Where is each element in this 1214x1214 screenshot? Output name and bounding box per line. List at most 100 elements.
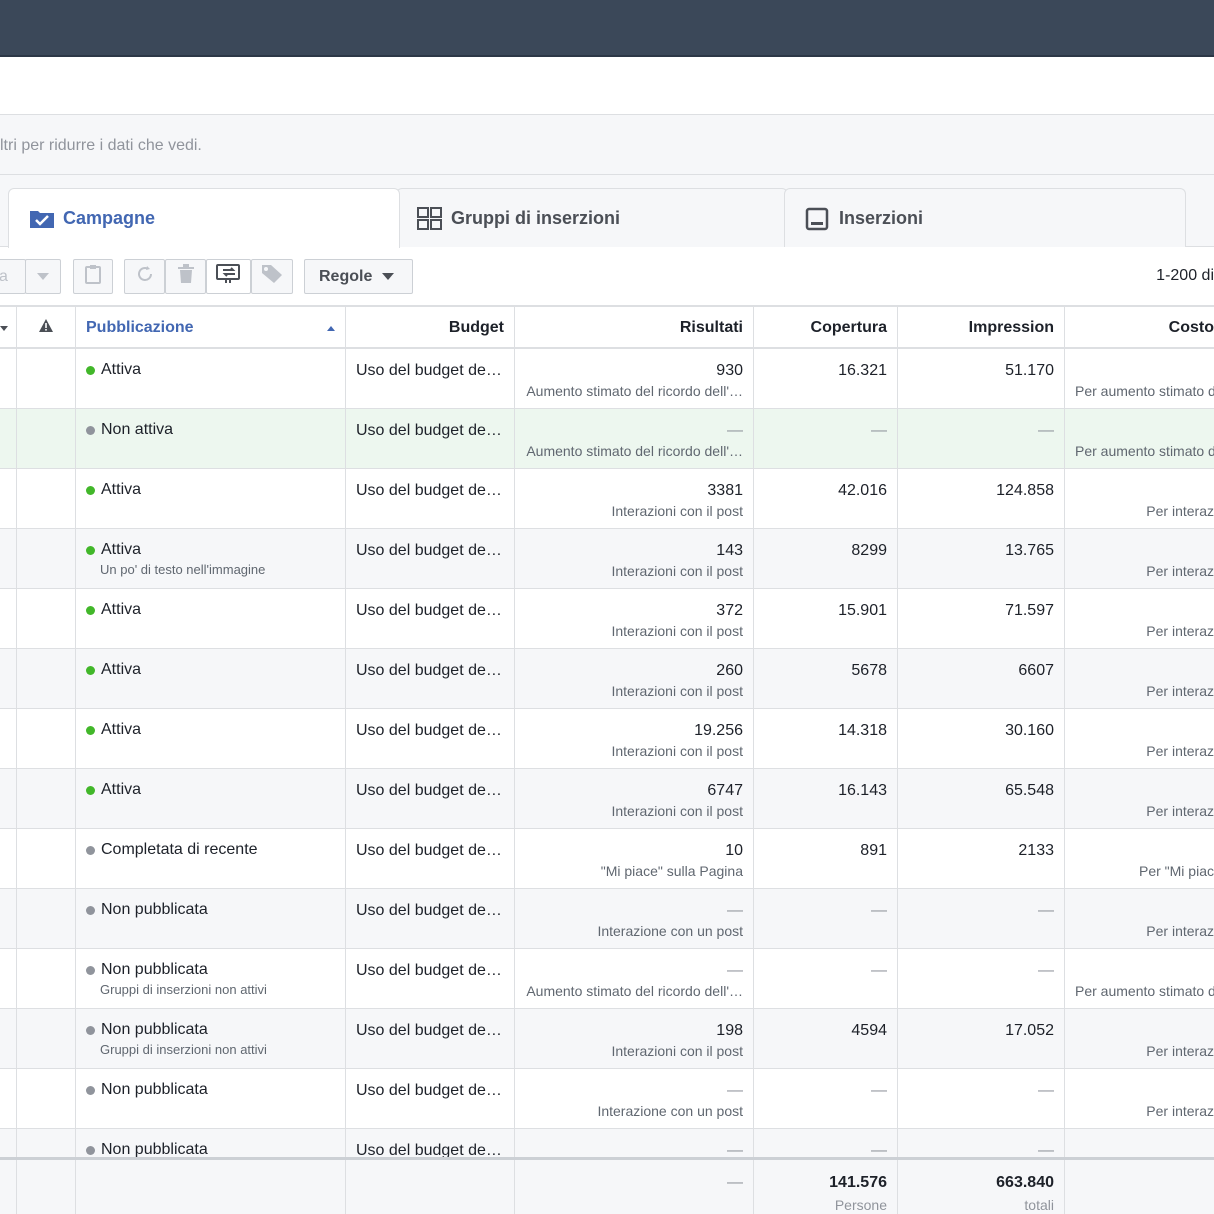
row-select-cell[interactable] <box>0 529 17 589</box>
table-row[interactable]: Non pubblicata Uso del budget de… — Interaz… <box>0 1069 1214 1129</box>
refresh-icon <box>135 264 155 289</box>
tab-inserzioni[interactable]: Inserzioni <box>784 188 1186 248</box>
table-row[interactable]: Non attiva Uso del budget de… — Aumento sti… <box>0 409 1214 469</box>
create-button-partial[interactable]: a <box>0 259 26 294</box>
results-cell: — <box>515 1129 754 1157</box>
column-header-costo[interactable]: Costo <box>1065 307 1214 349</box>
status-dot-icon <box>86 965 95 975</box>
table-row[interactable]: Attiva Uso del budget de… 19.256 Interazion… <box>0 709 1214 769</box>
tab-gruppi-label: Gruppi di inserzioni <box>451 208 621 228</box>
tab-campagne[interactable]: Campagne <box>8 188 400 248</box>
delivery-status: Non pubblicata <box>86 1141 208 1157</box>
column-label-costo: Costo <box>1168 319 1214 336</box>
column-header-pubblicazione[interactable]: Pubblicazione <box>76 307 346 349</box>
row-select-cell[interactable] <box>0 829 17 889</box>
table-row[interactable]: Completata di recente Uso del budget de… 1… <box>0 829 1214 889</box>
impressions-value: — <box>1038 962 1054 979</box>
delivery-status-cell: Attiva <box>76 349 346 409</box>
row-select-cell[interactable] <box>0 649 17 709</box>
results-value: 260 <box>716 662 743 679</box>
cost-type: Per aumento stimato d <box>1075 443 1214 459</box>
refresh-button[interactable] <box>124 259 165 294</box>
reach-cell: 42.016 <box>754 469 898 529</box>
column-header-copertura[interactable]: Copertura <box>754 307 898 349</box>
reach-value: 16.143 <box>838 782 887 799</box>
reach-cell: — <box>754 1069 898 1129</box>
row-select-cell[interactable] <box>0 1129 17 1157</box>
row-select-cell[interactable] <box>0 1069 17 1129</box>
table-row[interactable]: Attiva Uso del budget de… 930 Aumento stima… <box>0 349 1214 409</box>
reach-cell: 891 <box>754 829 898 889</box>
tag-button[interactable] <box>251 259 293 294</box>
table-row[interactable]: Attiva Un po' di testo nell'immagine Uso d… <box>0 529 1214 589</box>
column-label-copertura: Copertura <box>810 319 887 336</box>
clipboard-icon <box>85 264 101 289</box>
total-impressions-cell: 663.840 totali <box>898 1160 1065 1214</box>
impressions-cell: — <box>898 409 1065 469</box>
row-select-cell[interactable] <box>0 949 17 1009</box>
column-header-select[interactable] <box>0 307 17 349</box>
delivery-status: Attiva <box>86 601 141 619</box>
total-impressions: 663.840 <box>996 1174 1054 1191</box>
duplicate-button[interactable] <box>73 259 113 294</box>
row-warning-cell <box>17 1069 76 1129</box>
impressions-cell: 124.858 <box>898 469 1065 529</box>
impressions-cell: 30.160 <box>898 709 1065 769</box>
delivery-status-cell: Non attiva <box>76 409 346 469</box>
row-select-cell[interactable] <box>0 409 17 469</box>
cost-type: Per aumento stimato d <box>1075 383 1214 399</box>
table-row[interactable]: Non pubblicata Gruppi di inserzioni non a… <box>0 1009 1214 1069</box>
budget-cell: Uso del budget de… <box>346 709 515 769</box>
column-header-delivery-warning[interactable] <box>17 307 76 349</box>
reach-cell: 8299 <box>754 529 898 589</box>
impressions-value: 17.052 <box>1005 1022 1054 1039</box>
table-row[interactable]: Non pubblicata Uso del budget de… — — — <box>0 1129 1214 1157</box>
filter-placeholder[interactable]: ltri per ridurre i dati che vedi. <box>0 137 202 155</box>
row-select-cell[interactable] <box>0 349 17 409</box>
results-type: Interazioni con il post <box>611 503 743 519</box>
table-row[interactable]: Attiva Uso del budget de… 372 Interazioni c… <box>0 589 1214 649</box>
results-cell: 930 Aumento stimato del ricordo dell'… <box>515 349 754 409</box>
column-header-budget[interactable]: Budget <box>346 307 515 349</box>
budget-value: Uso del budget de… <box>356 482 502 499</box>
tag-icon <box>261 264 283 289</box>
rules-button[interactable]: Regole <box>304 259 413 294</box>
create-dropdown-button[interactable] <box>25 259 61 294</box>
reach-value: 16.321 <box>838 362 887 379</box>
row-select-cell[interactable] <box>0 1009 17 1069</box>
column-header-risultati[interactable]: Risultati <box>515 307 754 349</box>
column-header-impression[interactable]: Impression <box>898 307 1065 349</box>
delivery-status-label: Attiva <box>101 601 142 618</box>
tab-gruppi-di-inserzioni[interactable]: Gruppi di inserzioni <box>396 188 788 248</box>
table-row[interactable]: Non pubblicata Gruppi di inserzioni non a… <box>0 949 1214 1009</box>
results-cell: 260 Interazioni con il post <box>515 649 754 709</box>
delivery-status-cell: Non pubblicata <box>76 889 346 949</box>
row-select-cell[interactable] <box>0 769 17 829</box>
top-navigation-bar <box>0 0 1214 57</box>
reach-value: 42.016 <box>838 482 887 499</box>
reach-value: 5678 <box>851 662 887 679</box>
table-row[interactable]: Attiva Uso del budget de… 3381 Interazioni … <box>0 469 1214 529</box>
results-cell: — Aumento stimato del ricordo dell'… <box>515 409 754 469</box>
results-type: Interazioni con il post <box>611 623 743 639</box>
status-dot-icon <box>86 485 95 495</box>
results-value: — <box>727 422 743 439</box>
ab-test-button[interactable] <box>206 259 251 294</box>
table-row[interactable]: Non pubblicata Uso del budget de… — Interaz… <box>0 889 1214 949</box>
filter-bar[interactable]: ltri per ridurre i dati che vedi. <box>0 115 1214 175</box>
delivery-status: Non pubblicata <box>86 901 208 919</box>
reach-cell: — <box>754 1129 898 1157</box>
row-select-cell[interactable] <box>0 889 17 949</box>
results-cell: — Aumento stimato del ricordo dell'… <box>515 949 754 1009</box>
table-row[interactable]: Attiva Uso del budget de… 6747 Interazioni … <box>0 769 1214 829</box>
row-select-cell[interactable] <box>0 589 17 649</box>
impressions-cell: 13.765 <box>898 529 1065 589</box>
results-cell: 198 Interazioni con il post <box>515 1009 754 1069</box>
table-row[interactable]: Attiva Uso del budget de… 260 Interazioni c… <box>0 649 1214 709</box>
impressions-cell: — <box>898 1129 1065 1157</box>
table-toolbar: a Regole 1-200 di <box>0 247 1214 307</box>
impressions-value: 30.160 <box>1005 722 1054 739</box>
delete-button[interactable] <box>165 259 206 294</box>
row-select-cell[interactable] <box>0 469 17 529</box>
row-select-cell[interactable] <box>0 709 17 769</box>
